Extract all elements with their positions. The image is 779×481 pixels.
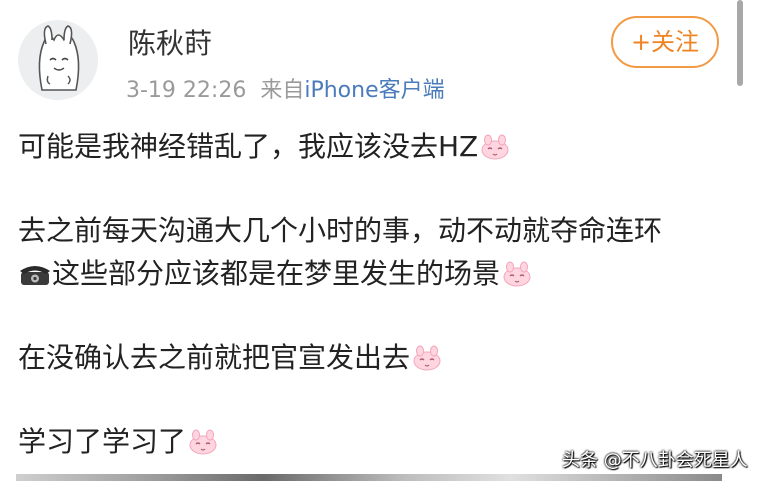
pink-bunny-face-emoji-icon: [413, 345, 441, 371]
telephone-emoji-icon: [20, 266, 50, 285]
post-text-line: 学习了学习了: [18, 425, 187, 458]
post-text-line: 可能是我神经错乱了，我应该没去HZ: [18, 130, 479, 163]
pink-bunny-face-emoji-icon: [189, 429, 217, 455]
post-paragraph: 可能是我神经错乱了，我应该没去HZ: [18, 125, 733, 168]
bunny-avatar-icon: [38, 25, 80, 91]
post-body: 可能是我神经错乱了，我应该没去HZ 去之前每天沟通大几个小时的事，动不动就夺命连…: [18, 125, 733, 463]
scrollbar-thumb[interactable]: [737, 0, 743, 86]
post-text-line: 去之前每天沟通大几个小时的事，动不动就夺命连环: [18, 214, 663, 247]
author-avatar[interactable]: [18, 20, 98, 100]
author-name[interactable]: 陈秋莳: [128, 22, 212, 62]
pink-bunny-face-emoji-icon: [481, 134, 509, 160]
post-source-link[interactable]: iPhone客户端: [304, 78, 444, 103]
pink-bunny-face-emoji-icon: [503, 261, 531, 287]
post-paragraph: 去之前每天沟通大几个小时的事，动不动就夺命连环 这些部分应该都是在梦里发生的场景: [18, 209, 733, 295]
watermark: 头条 @不八卦会死星人: [562, 450, 748, 471]
post-timestamp: 3-19 22:26: [126, 78, 247, 103]
follow-button[interactable]: +关注: [611, 16, 719, 68]
post-via-label: 来自: [260, 78, 305, 103]
post-meta: 3-19 22:26 来自iPhone客户端: [126, 72, 445, 104]
post-text-line: 这些部分应该都是在梦里发生的场景: [52, 257, 501, 290]
post-paragraph: 在没确认去之前就把官宣发出去: [18, 336, 733, 379]
post-text-line: 在没确认去之前就把官宣发出去: [18, 341, 411, 374]
attached-image-preview[interactable]: [16, 474, 722, 481]
